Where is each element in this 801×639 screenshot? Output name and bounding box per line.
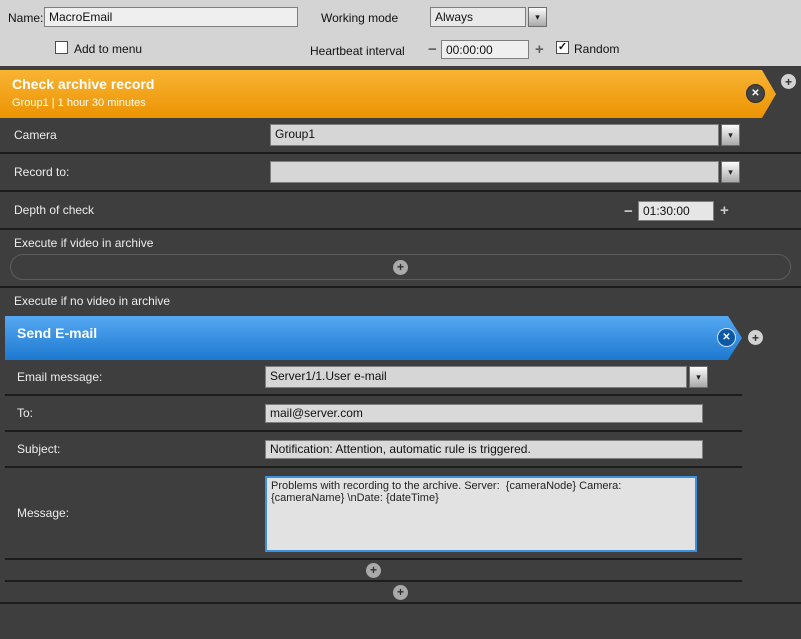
close-icon[interactable]: ✕: [717, 328, 736, 347]
depth-of-check-label: Depth of check: [0, 203, 94, 217]
add-action-plus-icon[interactable]: +: [781, 74, 796, 89]
execute-if-video-label: Execute if video in archive: [0, 236, 801, 254]
add-step-plus-icon[interactable]: +: [393, 260, 408, 275]
chevron-down-icon[interactable]: ▾: [528, 7, 547, 27]
execute-if-video-drop-area[interactable]: +: [10, 254, 791, 280]
execute-if-video-section: Execute if video in archive +: [0, 230, 801, 288]
execute-if-no-video-section: Execute if no video in archive Send E-ma…: [0, 288, 801, 604]
add-step-plus-icon[interactable]: +: [366, 563, 381, 578]
random-label: Random: [574, 42, 619, 56]
camera-label: Camera: [0, 128, 57, 142]
close-icon[interactable]: ✕: [746, 84, 765, 103]
heartbeat-label: Heartbeat interval: [310, 44, 405, 58]
camera-value[interactable]: Group1: [270, 124, 719, 146]
message-textarea[interactable]: Problems with recording to the archive. …: [265, 476, 697, 552]
subject-label: Subject:: [5, 442, 60, 456]
add-to-menu-checkbox[interactable]: [55, 41, 68, 54]
send-email-title: Send E-mail: [5, 316, 742, 341]
name-label: Name:: [8, 11, 43, 25]
depth-of-check-row: Depth of check − +: [0, 192, 801, 230]
add-action-plus-icon[interactable]: +: [748, 330, 763, 345]
random-checkbox[interactable]: ✓: [556, 41, 569, 54]
email-message-label: Email message:: [5, 370, 102, 384]
camera-dropdown[interactable]: Group1 ▾: [270, 124, 740, 146]
add-step-plus-icon[interactable]: +: [393, 585, 408, 600]
heartbeat-increment-button[interactable]: +: [535, 42, 544, 57]
record-to-value[interactable]: [270, 161, 719, 183]
chevron-down-icon[interactable]: ▾: [721, 161, 740, 183]
working-mode-label: Working mode: [321, 11, 398, 25]
email-add-step-row: +: [5, 560, 742, 582]
camera-row: Camera Group1 ▾: [0, 118, 801, 154]
depth-increment-button[interactable]: +: [720, 203, 729, 218]
check-archive-record-subtitle: Group1 | 1 hour 30 minutes: [0, 92, 776, 109]
heartbeat-decrement-button[interactable]: −: [428, 42, 437, 57]
depth-decrement-button[interactable]: −: [624, 204, 633, 219]
execute-if-no-video-label: Execute if no video in archive: [0, 294, 801, 312]
check-archive-record-header[interactable]: Check archive record Group1 | 1 hour 30 …: [0, 70, 776, 118]
message-row: Message: Problems with recording to the …: [5, 468, 742, 560]
heartbeat-input[interactable]: [441, 40, 529, 59]
macro-name-input[interactable]: [44, 7, 298, 27]
subject-input[interactable]: [265, 440, 703, 459]
chevron-down-icon[interactable]: ▾: [721, 124, 740, 146]
add-to-menu-label: Add to menu: [74, 42, 142, 56]
record-to-label: Record to:: [0, 165, 69, 179]
macro-settings-panel: Name: Working mode Always ▾ Add to menu …: [0, 0, 801, 66]
email-message-value[interactable]: Server1/1.User e-mail: [265, 366, 687, 388]
working-mode-dropdown[interactable]: Always ▾: [430, 7, 547, 27]
send-email-header[interactable]: Send E-mail ✕: [5, 316, 742, 360]
record-to-dropdown[interactable]: ▾: [270, 161, 740, 183]
record-to-row: Record to: ▾: [0, 154, 801, 192]
to-label: To:: [5, 406, 33, 420]
send-email-block: Send E-mail ✕ + Email message: Server1/1…: [5, 316, 742, 582]
to-input[interactable]: [265, 404, 703, 423]
macro-actions-area: Check archive record Group1 | 1 hour 30 …: [0, 66, 801, 639]
working-mode-value[interactable]: Always: [430, 7, 526, 27]
email-message-row: Email message: Server1/1.User e-mail ▾: [5, 360, 742, 396]
check-archive-record-title: Check archive record: [0, 70, 776, 92]
to-row: To:: [5, 396, 742, 432]
subject-row: Subject:: [5, 432, 742, 468]
no-video-add-step-row: +: [0, 582, 801, 604]
message-label: Message:: [5, 506, 69, 520]
depth-of-check-input[interactable]: [638, 201, 714, 221]
chevron-down-icon[interactable]: ▾: [689, 366, 708, 388]
email-message-dropdown[interactable]: Server1/1.User e-mail ▾: [265, 366, 708, 388]
